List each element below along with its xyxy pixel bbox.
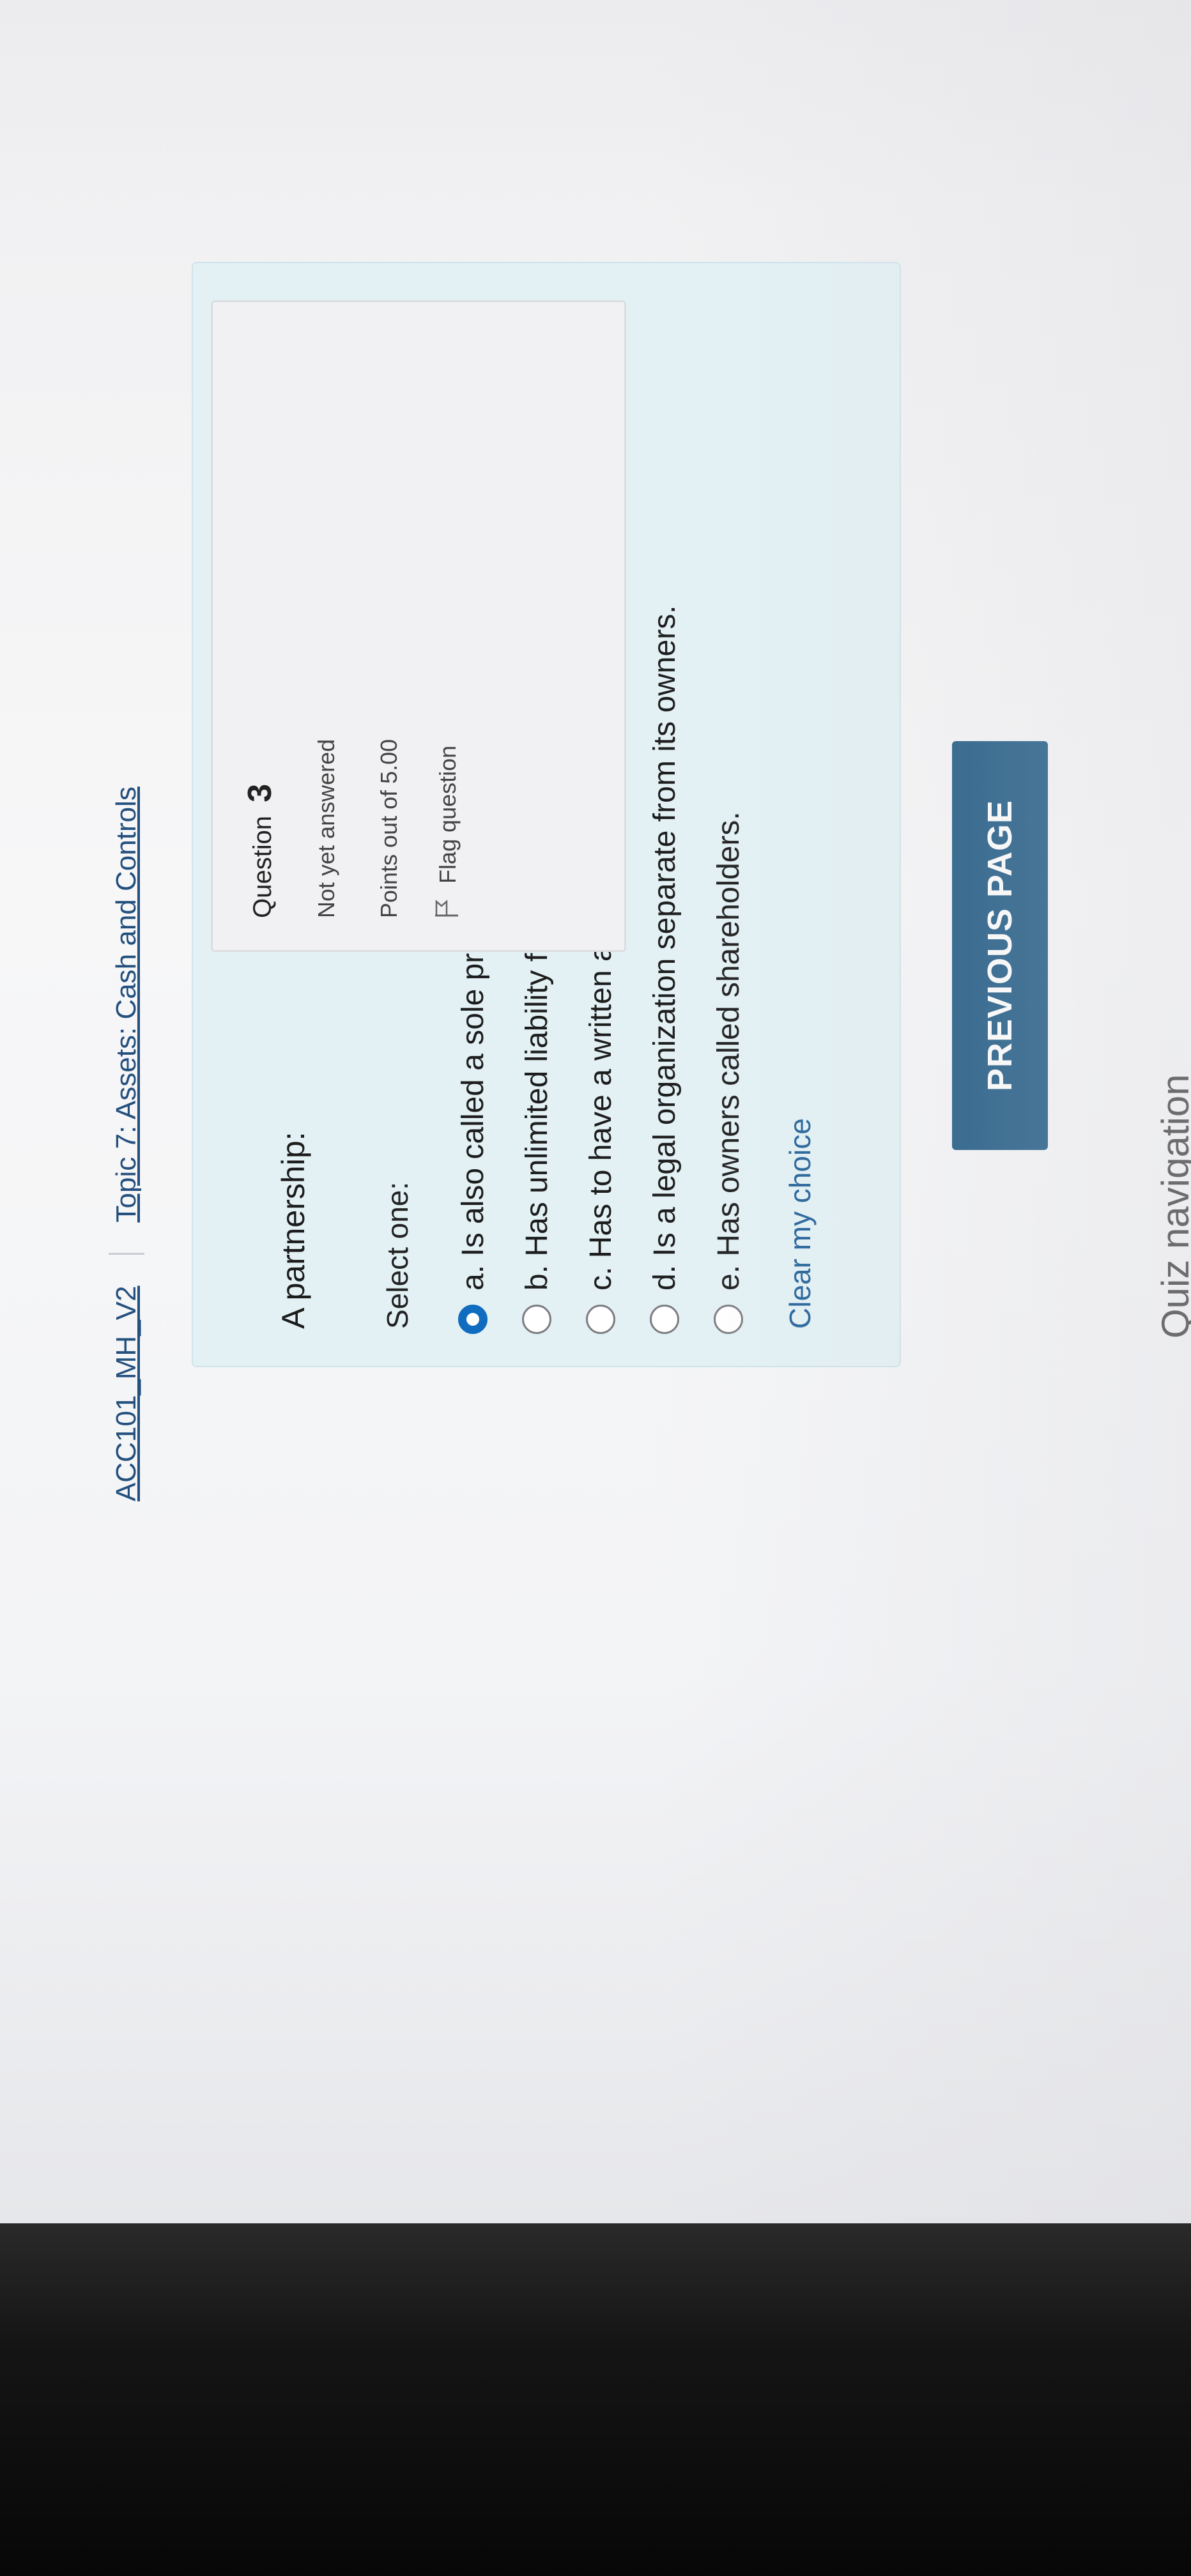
radio-selected-icon[interactable] <box>458 1305 488 1334</box>
answer-label: e. Has owners called shareholders. <box>711 811 746 1291</box>
flag-icon <box>435 900 458 917</box>
answer-option-c[interactable]: c. Has to have a written agreement in or… <box>569 544 633 1334</box>
breadcrumb-topic-link[interactable]: Topic 7: Assets: Cash and Controls <box>111 786 142 1222</box>
question-text: A partnership: <box>275 1131 311 1329</box>
answer-label: c. Has to have a written agreement in or… <box>583 544 618 1291</box>
radio-icon[interactable] <box>650 1305 679 1334</box>
quiz-navigation-heading: Quiz navigation <box>1154 1074 1191 1338</box>
breadcrumb: ACC101_MH_V2 Topic 7: Assets: Cash and C… <box>109 786 144 1501</box>
answer-list: a. Is also called a sole proprietorship.… <box>441 544 760 1334</box>
screen-glare <box>0 0 1191 204</box>
flag-question-toggle[interactable]: Flag question <box>426 650 470 918</box>
answer-option-b[interactable]: b. Has unlimited liability for its partn… <box>505 544 569 1334</box>
flag-question-label: Flag question <box>434 745 461 884</box>
breadcrumb-course-link[interactable]: ACC101_MH_V2 <box>111 1286 142 1502</box>
clear-my-choice-link[interactable]: Clear my choice <box>783 1118 817 1329</box>
answer-label: b. Has unlimited liability for its partn… <box>519 757 554 1291</box>
answer-option-e[interactable]: e. Has owners called shareholders. <box>696 544 760 1334</box>
browser-screen: ACC101_MH_V2 Topic 7: Assets: Cash and C… <box>0 0 1191 2223</box>
radio-icon[interactable] <box>522 1305 551 1334</box>
answer-label: d. Is a legal organization separate from… <box>647 605 682 1291</box>
laptop-bezel <box>0 2217 1191 2576</box>
previous-page-button[interactable]: PREVIOUS PAGE <box>952 741 1048 1150</box>
breadcrumb-separator <box>109 1253 144 1255</box>
radio-icon[interactable] <box>586 1305 615 1334</box>
select-one-prompt: Select one: <box>381 1181 414 1329</box>
radio-icon[interactable] <box>714 1305 743 1334</box>
answer-option-d[interactable]: d. Is a legal organization separate from… <box>633 544 696 1334</box>
